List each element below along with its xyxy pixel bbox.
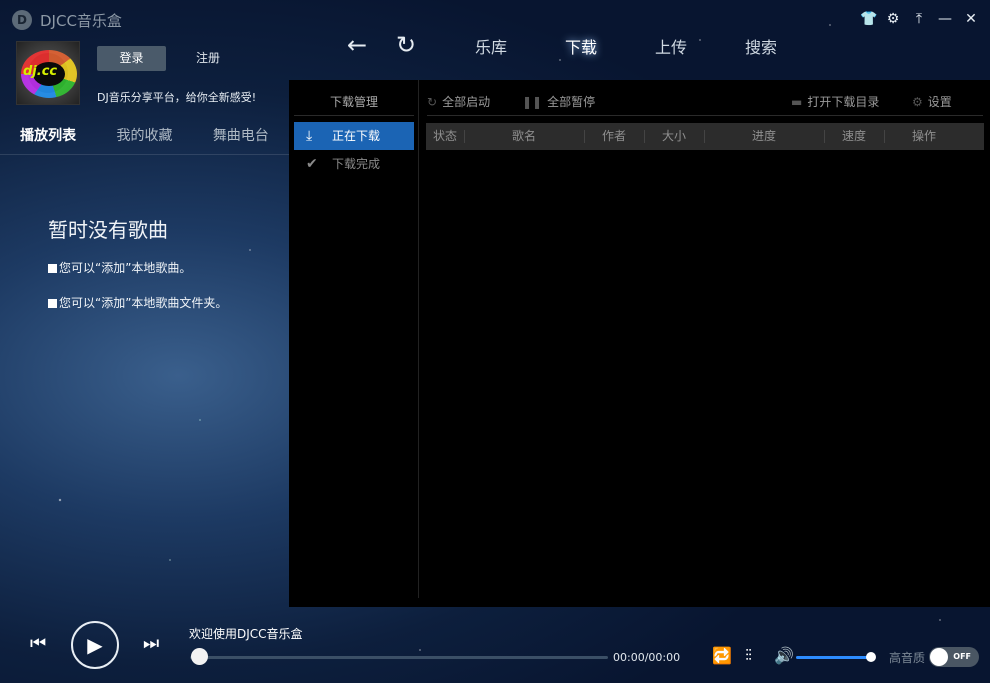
col-song-name[interactable]: 歌名 [464,123,584,150]
col-size[interactable]: 大小 [644,123,704,150]
pin-top-icon[interactable]: ⤒ [912,10,926,28]
download-icon: ⤓ [306,128,313,144]
hint-text: 您可以“添加”本地歌曲。 [59,261,192,275]
login-button[interactable]: 登录 [97,46,166,71]
empty-playlist-title: 暂时没有歌曲 [48,218,168,242]
refresh-icon[interactable]: ↻ [396,30,416,60]
player-bar: ⏮ ▶ ⏭ 欢迎使用DJCC音乐盒 00:00/00:00 🔁 ⫶⫶ 🔊 高音质… [0,607,990,683]
next-track-icon[interactable]: ⏭ [143,633,159,654]
progress-thumb[interactable] [191,648,208,665]
close-icon[interactable]: ✕ [964,10,978,28]
col-actions[interactable]: 操作 [884,123,964,150]
settings-label: 设置 [927,95,952,109]
tab-dance-radio[interactable]: 舞曲电台 [193,117,289,154]
sidebar-item-completed[interactable]: ✔ 下载完成 [294,150,414,178]
gear-icon: ⚙ [912,95,923,109]
pause-all-label: 全部暂停 [547,95,596,109]
restart-icon: ↻ [427,95,438,109]
register-button[interactable]: 注册 [182,46,234,71]
progress-track[interactable] [190,656,608,659]
left-tabs: 播放列表 我的收藏 舞曲电台 [0,117,289,155]
col-progress[interactable]: 进度 [704,123,824,150]
empty-hint-add-folder[interactable]: 您可以“添加”本地歌曲文件夹。 [48,294,227,311]
start-all-label: 全部启动 [442,95,491,109]
tab-download[interactable]: 下载 [565,34,655,58]
check-icon: ✔ [306,156,318,172]
hint-text: 您可以“添加”本地歌曲文件夹。 [59,296,228,310]
now-playing-title: 欢迎使用DJCC音乐盒 [189,627,303,641]
empty-hint-add-songs[interactable]: 您可以“添加”本地歌曲。 [48,259,191,276]
window-controls: 👕 ⚙ ⤒ — ✕ [860,10,978,28]
toggle-state-label: OFF [953,652,971,661]
bullet-icon [48,299,57,308]
col-status[interactable]: 状态 [426,123,464,150]
pause-all-button[interactable]: ❚❚ 全部暂停 [522,93,595,110]
slogan: DJ音乐分享平台，给你全新感受! [97,91,257,104]
tab-upload[interactable]: 上传 [655,34,745,58]
volume-thumb[interactable] [866,652,876,662]
tab-search[interactable]: 搜索 [745,34,835,58]
hq-label: 高音质 [889,651,926,665]
hq-toggle[interactable]: OFF [929,647,979,667]
top-nav-tabs: 乐库 下载 上传 搜索 [475,34,835,58]
open-download-dir-button[interactable]: ▬ 打开下载目录 [791,93,879,110]
equalizer-icon[interactable]: ⫶⫶ [745,646,752,666]
folder-icon: ▬ [791,95,803,109]
download-panel: 下载管理 ⤓ 正在下载 ✔ 下载完成 ↻ 全部启动 ❚❚ 全部暂停 ▬ 打开下载目录 … [289,80,990,607]
tab-playlist[interactable]: 播放列表 [0,117,96,154]
back-arrow-icon[interactable]: ← [347,30,367,60]
download-table-header: 状态 歌名 作者 大小 进度 速度 操作 [426,123,984,150]
bullet-icon [48,264,57,273]
download-settings-button[interactable]: ⚙ 设置 [912,93,952,110]
download-manager-title: 下载管理 [329,95,378,109]
pause-icon: ❚❚ [522,95,543,109]
app-logo: D [12,10,32,30]
repeat-icon[interactable]: 🔁 [712,646,732,665]
col-artist[interactable]: 作者 [584,123,644,150]
sidebar-item-downloading[interactable]: ⤓ 正在下载 [294,122,414,150]
open-dir-label: 打开下载目录 [807,95,880,109]
avatar[interactable]: dj.cc [16,41,80,105]
sidebar-item-label: 下载完成 [332,157,381,171]
time-display: 00:00/00:00 [613,651,681,664]
previous-track-icon[interactable]: ⏮ [30,633,46,654]
download-sidebar: 下载管理 ⤓ 正在下载 ✔ 下载完成 [289,80,419,598]
start-all-button[interactable]: ↻ 全部启动 [427,93,490,110]
volume-icon[interactable]: 🔊 [774,646,794,665]
play-button[interactable]: ▶ [71,621,119,669]
col-speed[interactable]: 速度 [824,123,884,150]
gear-icon[interactable]: ⚙ [886,10,900,28]
tab-library[interactable]: 乐库 [475,34,565,58]
tab-favorites[interactable]: 我的收藏 [96,117,192,154]
minimize-icon[interactable]: — [938,10,952,28]
sidebar-item-label: 正在下载 [332,129,381,143]
avatar-logo-text: dj.cc [23,64,58,79]
skin-icon[interactable]: 👕 [860,10,877,28]
volume-slider[interactable] [796,656,871,659]
app-title: DJCC音乐盒 [40,12,122,30]
